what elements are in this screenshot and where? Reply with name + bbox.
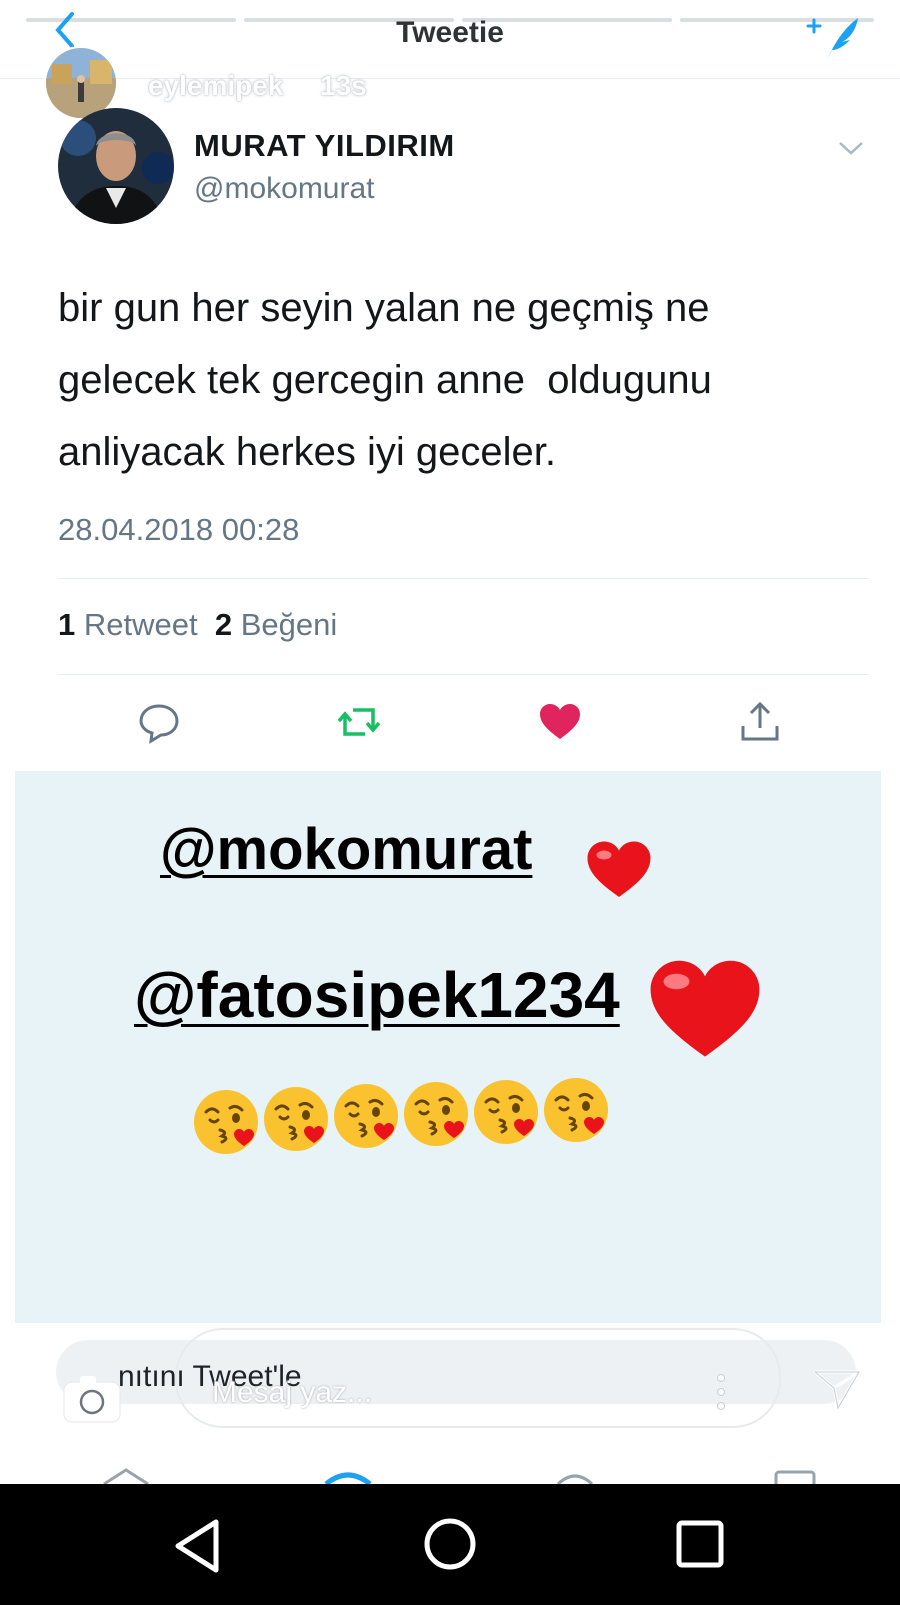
retweet-label[interactable]: Retweet xyxy=(84,607,198,642)
mention-text[interactable]: @mokomurat xyxy=(160,817,532,882)
tweet-text-line: gelecek tek gercegin anne oldugunu xyxy=(58,358,712,402)
like-label[interactable]: Beğeni xyxy=(241,607,338,642)
heart-emoji xyxy=(650,960,760,1057)
send-icon[interactable] xyxy=(812,1368,862,1412)
kissing-face-emoji xyxy=(402,1080,470,1148)
reply-icon[interactable] xyxy=(137,700,181,744)
mention-tag[interactable]: @mokomurat xyxy=(160,816,532,883)
android-home-icon[interactable] xyxy=(422,1516,478,1572)
page-title: Tweetie xyxy=(396,16,504,49)
message-input[interactable]: Mesaj yaz... xyxy=(212,1376,372,1410)
kissing-face-emoji xyxy=(192,1088,260,1156)
more-dots-icon[interactable] xyxy=(716,1372,726,1412)
camera-icon[interactable] xyxy=(62,1372,122,1424)
kissing-face-emoji xyxy=(472,1078,540,1146)
compose-tweet-icon[interactable] xyxy=(806,14,862,62)
header-divider xyxy=(0,78,900,79)
tweet-text: bir gun her seyin yalan ne geçmiş ne gel… xyxy=(58,272,858,488)
divider xyxy=(58,674,868,675)
dropdown-caret-icon[interactable] xyxy=(836,138,866,158)
like-heart-icon[interactable] xyxy=(538,700,582,744)
retweet-icon[interactable] xyxy=(337,700,381,744)
story-username[interactable]: eylemipek xyxy=(148,70,283,102)
tweet-timestamp: 28.04.2018 00:28 xyxy=(58,512,300,547)
author-avatar[interactable] xyxy=(58,108,174,224)
story-timestamp: 13s xyxy=(320,70,367,101)
share-icon[interactable] xyxy=(738,700,782,744)
author-handle[interactable]: @mokomurat xyxy=(194,172,375,206)
android-navigation-bar xyxy=(0,1484,900,1605)
kissing-face-emoji xyxy=(332,1082,400,1150)
android-back-icon[interactable] xyxy=(172,1518,224,1574)
tweet-text-line: anliyacak herkes iyi geceler. xyxy=(58,430,557,474)
divider xyxy=(58,578,868,579)
kissing-face-emoji xyxy=(262,1085,330,1153)
like-count[interactable]: 2 xyxy=(215,607,232,642)
retweet-count[interactable]: 1 xyxy=(58,607,75,642)
heart-emoji xyxy=(587,841,651,897)
mention-text[interactable]: @fatosipek1234 xyxy=(134,959,620,1031)
tab-bar-stub xyxy=(103,1468,816,1484)
tweet-text-line: bir gun her seyin yalan ne geçmiş ne xyxy=(58,286,710,330)
android-recents-icon[interactable] xyxy=(676,1520,724,1568)
mention-tag[interactable]: @fatosipek1234 xyxy=(134,958,620,1032)
kissing-face-emoji xyxy=(542,1076,610,1144)
author-name[interactable]: MURAT YILDIRIM xyxy=(194,128,455,164)
tweet-stats: 1 Retweet 2 Beğeni xyxy=(58,607,337,643)
